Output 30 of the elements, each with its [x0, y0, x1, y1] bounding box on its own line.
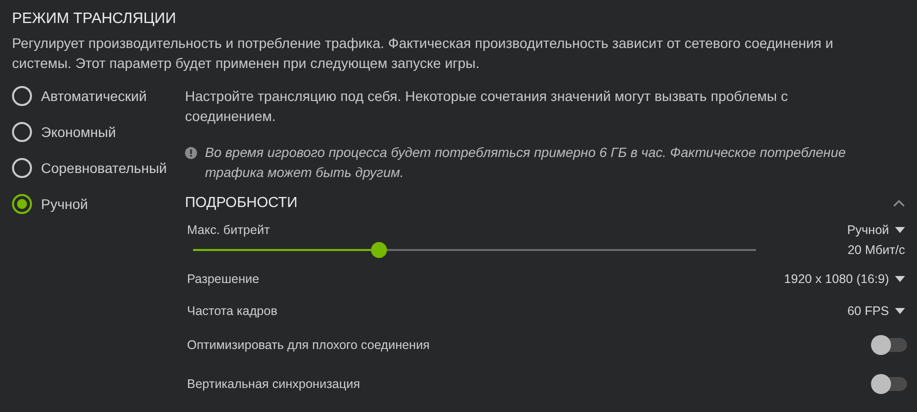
section-description: Регулирует производительность и потребление трафика. Фактическая производительность зависит от сетевого соединения и системы. Этот параметр будет применен при следующем запуске игры. [12, 34, 834, 73]
setting-label: Разрешение [187, 272, 260, 286]
slider-thumb[interactable] [370, 242, 387, 258]
toggle-switch[interactable] [873, 338, 907, 352]
collapse-button[interactable] [893, 199, 905, 207]
caret-icon [895, 308, 905, 314]
info-icon [185, 147, 197, 159]
bitrate-reading: 20 Мбит/с [848, 243, 905, 257]
setting-label: Частота кадров [187, 304, 278, 318]
radio-button[interactable] [12, 122, 32, 142]
radio-button[interactable] [12, 86, 32, 106]
radio-label[interactable]: Автоматический [41, 88, 147, 104]
dropdown[interactable]: 60 FPS [847, 304, 905, 318]
setting-label: Вертикальная синхронизация [187, 377, 360, 391]
radio-button[interactable] [12, 194, 32, 214]
setting-label: Оптимизировать для плохого соединения [187, 338, 430, 352]
dropdown[interactable]: 1920 x 1080 (16:9) [784, 272, 905, 286]
caret-icon [895, 276, 905, 282]
radio-label[interactable]: Экономный [41, 124, 116, 140]
caret-icon [895, 227, 905, 233]
details-title: ПОДРОБНОСТИ [185, 195, 298, 211]
section-title: РЕЖИМ ТРАНСЛЯЦИИ [12, 10, 177, 27]
notice-text: Во время игрового процесса будет потребляться примерно 6 ГБ в час. Фактическое потребление трафика может быть другим. [205, 144, 847, 182]
toggle-switch[interactable] [873, 377, 907, 391]
setting-label: Макс. битрейт [187, 223, 270, 237]
dropdown[interactable]: Ручной [847, 223, 905, 237]
radio-button[interactable] [12, 158, 32, 178]
hint-text: Настройте трансляцию под себя. Некоторые сочетания значений могут вызвать проблемы с соединением. [185, 87, 789, 126]
radio-label[interactable]: Соревновательный [41, 160, 167, 176]
radio-label[interactable]: Ручной [41, 196, 88, 212]
